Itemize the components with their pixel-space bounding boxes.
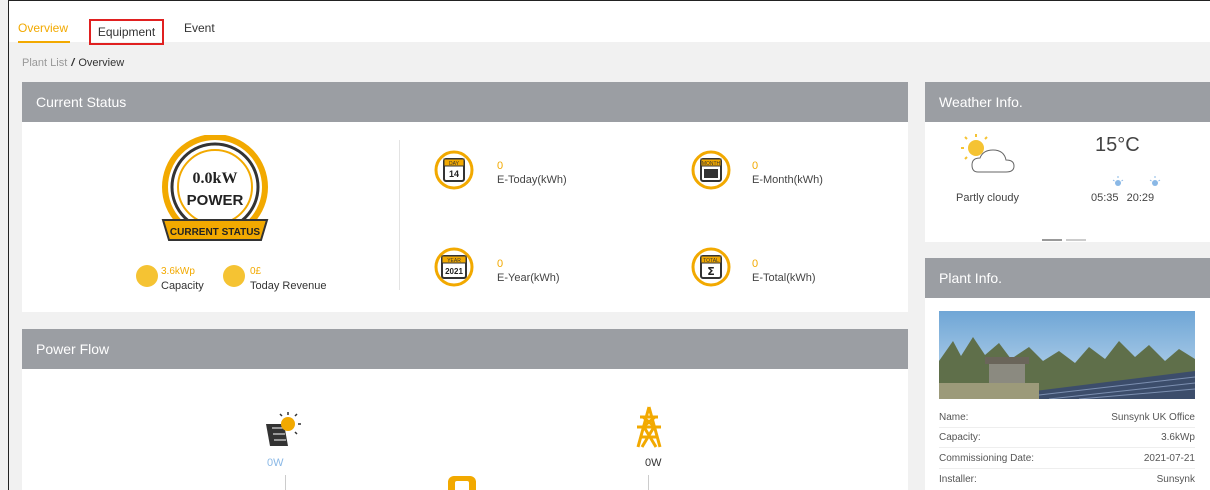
solar-panel-icon: [136, 265, 158, 287]
calendar-year-icon: YEAR 2021: [434, 247, 474, 287]
commissioning-date-key: Commissioning Date:: [939, 453, 1035, 464]
power-gauge: 0.0kW POWER CURRENT STATUS: [161, 135, 269, 241]
plant-info-title: Plant Info.: [939, 270, 1003, 286]
installer-value: Sunsynk: [1156, 474, 1195, 485]
commissioning-date-value: 2021-07-21: [1143, 453, 1195, 464]
current-status-header: Current Status: [22, 82, 908, 122]
gauge-ribbon: CURRENT STATUS: [170, 227, 261, 238]
tab-overview[interactable]: Overview: [18, 21, 68, 35]
power-flow-header: Power Flow: [22, 329, 908, 369]
gauge-value: 0.0kW: [193, 170, 238, 187]
weather-header: Weather Info.: [925, 82, 1210, 122]
power-flow-panel: [22, 369, 908, 490]
sunset-time: 20:29: [1126, 192, 1155, 204]
e-year-value: 0: [497, 258, 504, 270]
capacity-value: 3.6kWp: [161, 266, 195, 277]
plant-photo: [939, 311, 1195, 399]
svg-text:DAY: DAY: [449, 161, 460, 167]
weather-temperature: 15°C: [1095, 134, 1140, 156]
solar-power-value: 0W: [267, 457, 284, 469]
sunrise-time: 05:35: [1091, 192, 1119, 204]
tab-equipment[interactable]: Equipment: [89, 19, 164, 45]
plant-name-value: Sunsynk UK Office: [1111, 412, 1195, 423]
plant-capacity-value: 3.6kWp: [1161, 432, 1195, 443]
grid-flow-line: [648, 475, 649, 490]
sun-times: 05:35 20:29: [1091, 192, 1154, 204]
gauge-label: POWER: [187, 192, 244, 209]
partly-cloudy-icon: [961, 134, 1015, 173]
e-month-label: E-Month(kWh): [752, 174, 823, 186]
e-month-value: 0: [752, 160, 759, 172]
power-flow-title: Power Flow: [36, 341, 110, 357]
revenue-label: Today Revenue: [250, 280, 327, 292]
revenue-value: 0£: [250, 266, 262, 277]
e-year-label: E-Year(kWh): [497, 272, 560, 284]
solar-flow-line: [285, 475, 286, 490]
grid-tower-icon: [636, 406, 662, 448]
svg-text:MONTH: MONTH: [702, 161, 721, 167]
weather-description: Partly cloudy: [956, 192, 1019, 204]
plant-capacity-key: Capacity:: [939, 432, 981, 443]
e-total-value: 0: [752, 258, 759, 270]
plant-name-key: Name:: [939, 412, 969, 423]
carousel-dot[interactable]: [1042, 239, 1062, 241]
svg-text:2021: 2021: [445, 267, 463, 276]
plant-info-header: Plant Info.: [925, 258, 1210, 298]
breadcrumb-separator: /: [71, 57, 75, 69]
installer-key: Installer:: [939, 474, 977, 485]
active-tab-indicator: [18, 41, 70, 43]
total-sum-icon: TOTAL Σ: [691, 247, 731, 287]
svg-text:TOTAL: TOTAL: [703, 258, 719, 264]
svg-text:14: 14: [449, 169, 459, 179]
solar-panel-sun-icon: [266, 412, 301, 446]
weather-carousel-dots: [1042, 230, 1090, 244]
carousel-dot[interactable]: [1066, 239, 1086, 241]
breadcrumb-current: Overview: [78, 57, 125, 69]
breadcrumb: Plant List / Overview: [22, 57, 124, 69]
calendar-month-icon: MONTH: [691, 150, 731, 190]
e-today-value: 0: [497, 160, 504, 172]
status-divider: [399, 140, 400, 290]
tab-bar: Overview Equipment Event: [9, 1, 1210, 45]
svg-text:Σ: Σ: [707, 265, 715, 278]
e-today-label: E-Today(kWh): [497, 174, 567, 186]
coin-stack-icon: [223, 265, 245, 287]
weather-title: Weather Info.: [939, 94, 1023, 110]
sunset-icon: [1149, 176, 1161, 186]
current-status-title: Current Status: [36, 94, 127, 110]
grid-power-value: 0W: [645, 457, 662, 469]
tab-event[interactable]: Event: [184, 21, 215, 35]
calendar-day-icon: DAY 14: [434, 150, 474, 190]
breadcrumb-plant-list[interactable]: Plant List: [22, 57, 67, 69]
capacity-label: Capacity: [161, 280, 204, 292]
svg-text:YEAR: YEAR: [447, 258, 461, 264]
inverter-icon: [448, 476, 476, 490]
sunrise-icon: [1112, 176, 1124, 186]
e-total-label: E-Total(kWh): [752, 272, 816, 284]
